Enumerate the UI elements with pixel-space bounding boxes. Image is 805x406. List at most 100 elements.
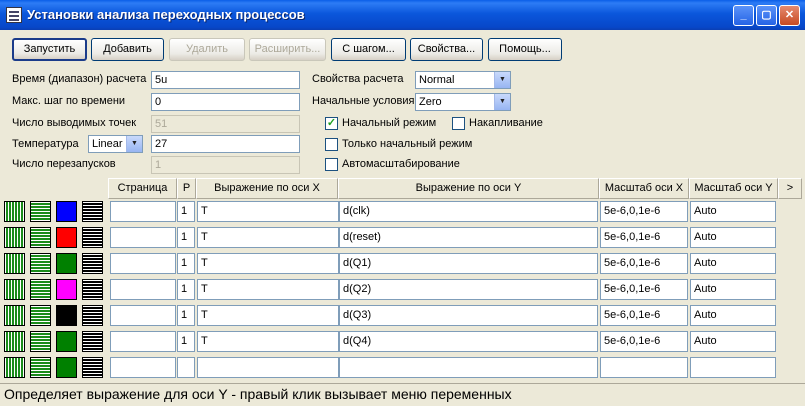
p-cell[interactable]: 1 bbox=[177, 227, 195, 248]
page-cell[interactable] bbox=[110, 357, 176, 378]
chevron-down-icon[interactable]: ▼ bbox=[494, 94, 510, 110]
y-scale-cell[interactable]: Auto bbox=[690, 227, 776, 248]
trace-style-icon[interactable] bbox=[4, 357, 25, 378]
only-initial-checkbox[interactable] bbox=[325, 138, 338, 151]
y-expression-cell[interactable]: d(Q4) bbox=[339, 331, 598, 352]
accumulate-checkbox[interactable] bbox=[452, 117, 465, 130]
color-swatch[interactable] bbox=[56, 357, 77, 378]
line-style-icon[interactable] bbox=[30, 227, 51, 248]
table-icon[interactable] bbox=[82, 279, 103, 300]
header-x-scale[interactable]: Масштаб оси X bbox=[599, 178, 689, 199]
temperature-mode-select[interactable]: Linear ▼ bbox=[88, 135, 143, 153]
page-cell[interactable] bbox=[110, 305, 176, 326]
y-expression-cell[interactable]: d(Q2) bbox=[339, 279, 598, 300]
y-scale-cell[interactable]: Auto bbox=[690, 331, 776, 352]
title-bar[interactable]: Установки анализа переходных процессов _… bbox=[0, 0, 805, 30]
x-scale-cell[interactable]: 5e-6,0,1e-6 bbox=[600, 331, 688, 352]
properties-button[interactable]: Свойства... bbox=[410, 38, 483, 61]
table-icon[interactable] bbox=[82, 357, 103, 378]
table-icon[interactable] bbox=[82, 331, 103, 352]
page-cell[interactable] bbox=[110, 253, 176, 274]
line-style-icon[interactable] bbox=[30, 279, 51, 300]
step-button[interactable]: С шагом... bbox=[331, 38, 406, 61]
x-expression-cell[interactable]: T bbox=[197, 253, 339, 274]
y-scale-cell[interactable]: Auto bbox=[690, 305, 776, 326]
y-scale-cell[interactable]: Auto bbox=[690, 279, 776, 300]
calc-props-select[interactable]: Normal ▼ bbox=[415, 71, 511, 89]
autoscale-checkbox[interactable] bbox=[325, 158, 338, 171]
trace-style-icon[interactable] bbox=[4, 201, 25, 222]
y-expression-cell[interactable]: d(reset) bbox=[339, 227, 598, 248]
trace-style-icon[interactable] bbox=[4, 279, 25, 300]
color-swatch[interactable] bbox=[56, 253, 77, 274]
line-style-icon[interactable] bbox=[30, 357, 51, 378]
add-button[interactable]: Добавить bbox=[91, 38, 164, 61]
max-step-input[interactable]: 0 bbox=[151, 93, 300, 111]
x-scale-cell[interactable]: 5e-6,0,1e-6 bbox=[600, 201, 688, 222]
page-cell[interactable] bbox=[110, 227, 176, 248]
trace-style-icon[interactable] bbox=[4, 227, 25, 248]
maximize-icon[interactable]: ▢ bbox=[756, 5, 777, 26]
color-swatch[interactable] bbox=[56, 305, 77, 326]
x-expression-cell[interactable]: T bbox=[197, 227, 339, 248]
y-expression-cell[interactable] bbox=[339, 357, 598, 378]
trace-style-icon[interactable] bbox=[4, 253, 25, 274]
header-page[interactable]: Страница bbox=[108, 178, 177, 199]
p-cell[interactable]: 1 bbox=[177, 331, 195, 352]
trace-style-icon[interactable] bbox=[4, 305, 25, 326]
delete-button[interactable]: Удалить bbox=[169, 38, 245, 61]
table-icon[interactable] bbox=[82, 227, 103, 248]
table-icon[interactable] bbox=[82, 201, 103, 222]
y-expression-cell[interactable]: d(Q3) bbox=[339, 305, 598, 326]
line-style-icon[interactable] bbox=[30, 201, 51, 222]
header-y-expression[interactable]: Выражение по оси Y bbox=[338, 178, 599, 199]
x-expression-cell[interactable]: T bbox=[197, 331, 339, 352]
x-expression-cell[interactable]: T bbox=[197, 279, 339, 300]
line-style-icon[interactable] bbox=[30, 305, 51, 326]
initial-mode-checkbox[interactable]: ✓ bbox=[325, 117, 338, 130]
run-button[interactable]: Запустить bbox=[12, 38, 87, 61]
color-swatch[interactable] bbox=[56, 279, 77, 300]
x-scale-cell[interactable] bbox=[600, 357, 688, 378]
header-x-expression[interactable]: Выражение по оси X bbox=[196, 178, 338, 199]
chevron-down-icon[interactable]: ▼ bbox=[126, 136, 142, 152]
color-swatch[interactable] bbox=[56, 201, 77, 222]
p-cell[interactable]: 1 bbox=[177, 279, 195, 300]
time-range-input[interactable]: 5u bbox=[151, 71, 300, 89]
x-scale-cell[interactable]: 5e-6,0,1e-6 bbox=[600, 227, 688, 248]
x-expression-cell[interactable]: T bbox=[197, 305, 339, 326]
page-cell[interactable] bbox=[110, 201, 176, 222]
y-scale-cell[interactable] bbox=[690, 357, 776, 378]
header-more-button[interactable]: > bbox=[778, 178, 802, 199]
y-expression-cell[interactable]: d(clk) bbox=[339, 201, 598, 222]
p-cell[interactable]: 1 bbox=[177, 305, 195, 326]
table-icon[interactable] bbox=[82, 253, 103, 274]
header-p[interactable]: P bbox=[177, 178, 196, 199]
page-cell[interactable] bbox=[110, 331, 176, 352]
table-icon[interactable] bbox=[82, 305, 103, 326]
chevron-down-icon[interactable]: ▼ bbox=[494, 72, 510, 88]
minimize-icon[interactable]: _ bbox=[733, 5, 754, 26]
close-icon[interactable]: ✕ bbox=[779, 5, 800, 26]
help-button[interactable]: Помощь... bbox=[488, 38, 562, 61]
x-expression-cell[interactable] bbox=[197, 357, 339, 378]
y-scale-cell[interactable]: Auto bbox=[690, 253, 776, 274]
line-style-icon[interactable] bbox=[30, 331, 51, 352]
p-cell[interactable]: 1 bbox=[177, 253, 195, 274]
line-style-icon[interactable] bbox=[30, 253, 51, 274]
expand-button[interactable]: Расширить... bbox=[249, 38, 326, 61]
page-cell[interactable] bbox=[110, 279, 176, 300]
temperature-input[interactable]: 27 bbox=[151, 135, 300, 153]
trace-style-icon[interactable] bbox=[4, 331, 25, 352]
x-expression-cell[interactable]: T bbox=[197, 201, 339, 222]
p-cell[interactable]: 1 bbox=[177, 201, 195, 222]
color-swatch[interactable] bbox=[56, 227, 77, 248]
y-scale-cell[interactable]: Auto bbox=[690, 201, 776, 222]
header-y-scale[interactable]: Масштаб оси Y bbox=[689, 178, 778, 199]
x-scale-cell[interactable]: 5e-6,0,1e-6 bbox=[600, 279, 688, 300]
x-scale-cell[interactable]: 5e-6,0,1e-6 bbox=[600, 253, 688, 274]
y-expression-cell[interactable]: d(Q1) bbox=[339, 253, 598, 274]
x-scale-cell[interactable]: 5e-6,0,1e-6 bbox=[600, 305, 688, 326]
init-cond-select[interactable]: Zero ▼ bbox=[415, 93, 511, 111]
p-cell[interactable] bbox=[177, 357, 195, 378]
